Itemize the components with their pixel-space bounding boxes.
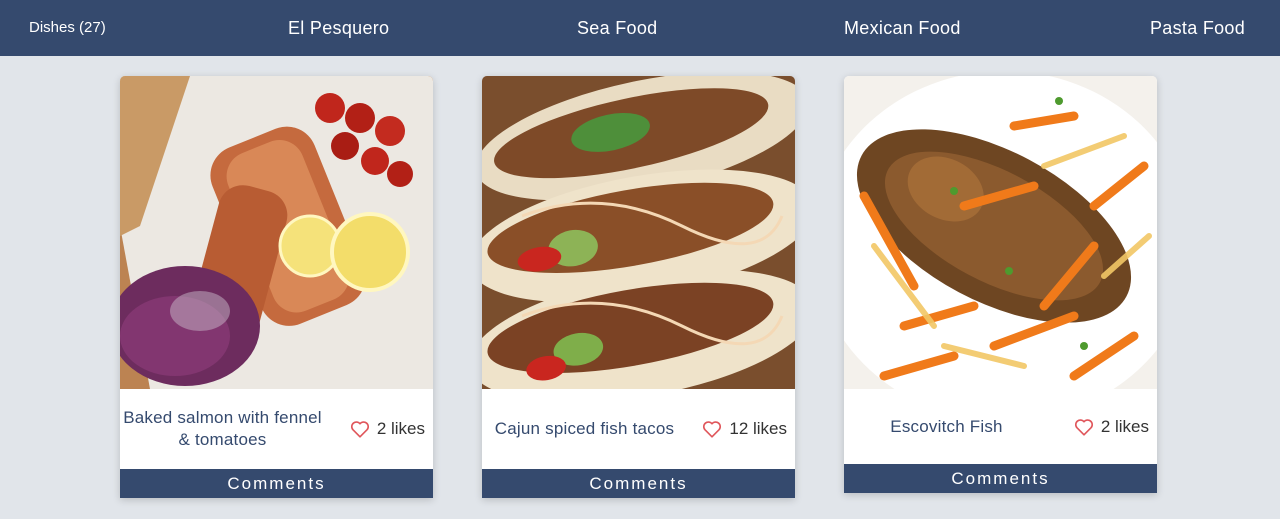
dish-card: Baked salmon with fennel & tomatoes 2 li… (120, 76, 433, 498)
dish-photo[interactable] (844, 76, 1157, 389)
like-button[interactable]: 2 likes (1074, 389, 1149, 464)
heart-icon[interactable] (350, 420, 370, 438)
dish-photo[interactable] (482, 76, 795, 389)
like-button[interactable]: 2 likes (350, 389, 425, 469)
dish-card: Cajun spiced fish tacos 12 likes Comment… (482, 76, 795, 498)
nav-link-mexican-food[interactable]: Mexican Food (844, 0, 961, 56)
dish-name: Escovitch Fish (890, 416, 1003, 436)
like-button[interactable]: 12 likes (702, 389, 787, 469)
heart-icon[interactable] (1074, 418, 1094, 436)
nav-link-el-pesquero[interactable]: El Pesquero (288, 0, 389, 56)
nav-link-pasta-food[interactable]: Pasta Food (1150, 0, 1245, 56)
likes-count: 12 likes (729, 419, 787, 438)
dish-card: Escovitch Fish 2 likes Comments (844, 76, 1157, 493)
dish-name: Baked salmon with fennel & tomatoes (123, 408, 322, 449)
card-info: Escovitch Fish 2 likes (844, 389, 1157, 464)
comments-button[interactable]: Comments (844, 464, 1157, 493)
nav-link-sea-food[interactable]: Sea Food (577, 0, 657, 56)
dishes-count-link[interactable]: Dishes (27) (29, 0, 106, 56)
likes-count: 2 likes (1100, 416, 1149, 436)
comments-button[interactable]: Comments (120, 469, 433, 498)
likes-count: 2 likes (376, 419, 425, 438)
dish-name: Cajun spiced fish tacos (494, 419, 675, 438)
card-info: Baked salmon with fennel & tomatoes 2 li… (120, 389, 433, 469)
comments-button[interactable]: Comments (482, 469, 795, 498)
card-info: Cajun spiced fish tacos 12 likes (482, 389, 795, 469)
navbar: Dishes (27) El Pesquero Sea Food Mexican… (0, 0, 1280, 56)
heart-icon[interactable] (702, 420, 722, 438)
dish-photo[interactable] (120, 76, 433, 389)
